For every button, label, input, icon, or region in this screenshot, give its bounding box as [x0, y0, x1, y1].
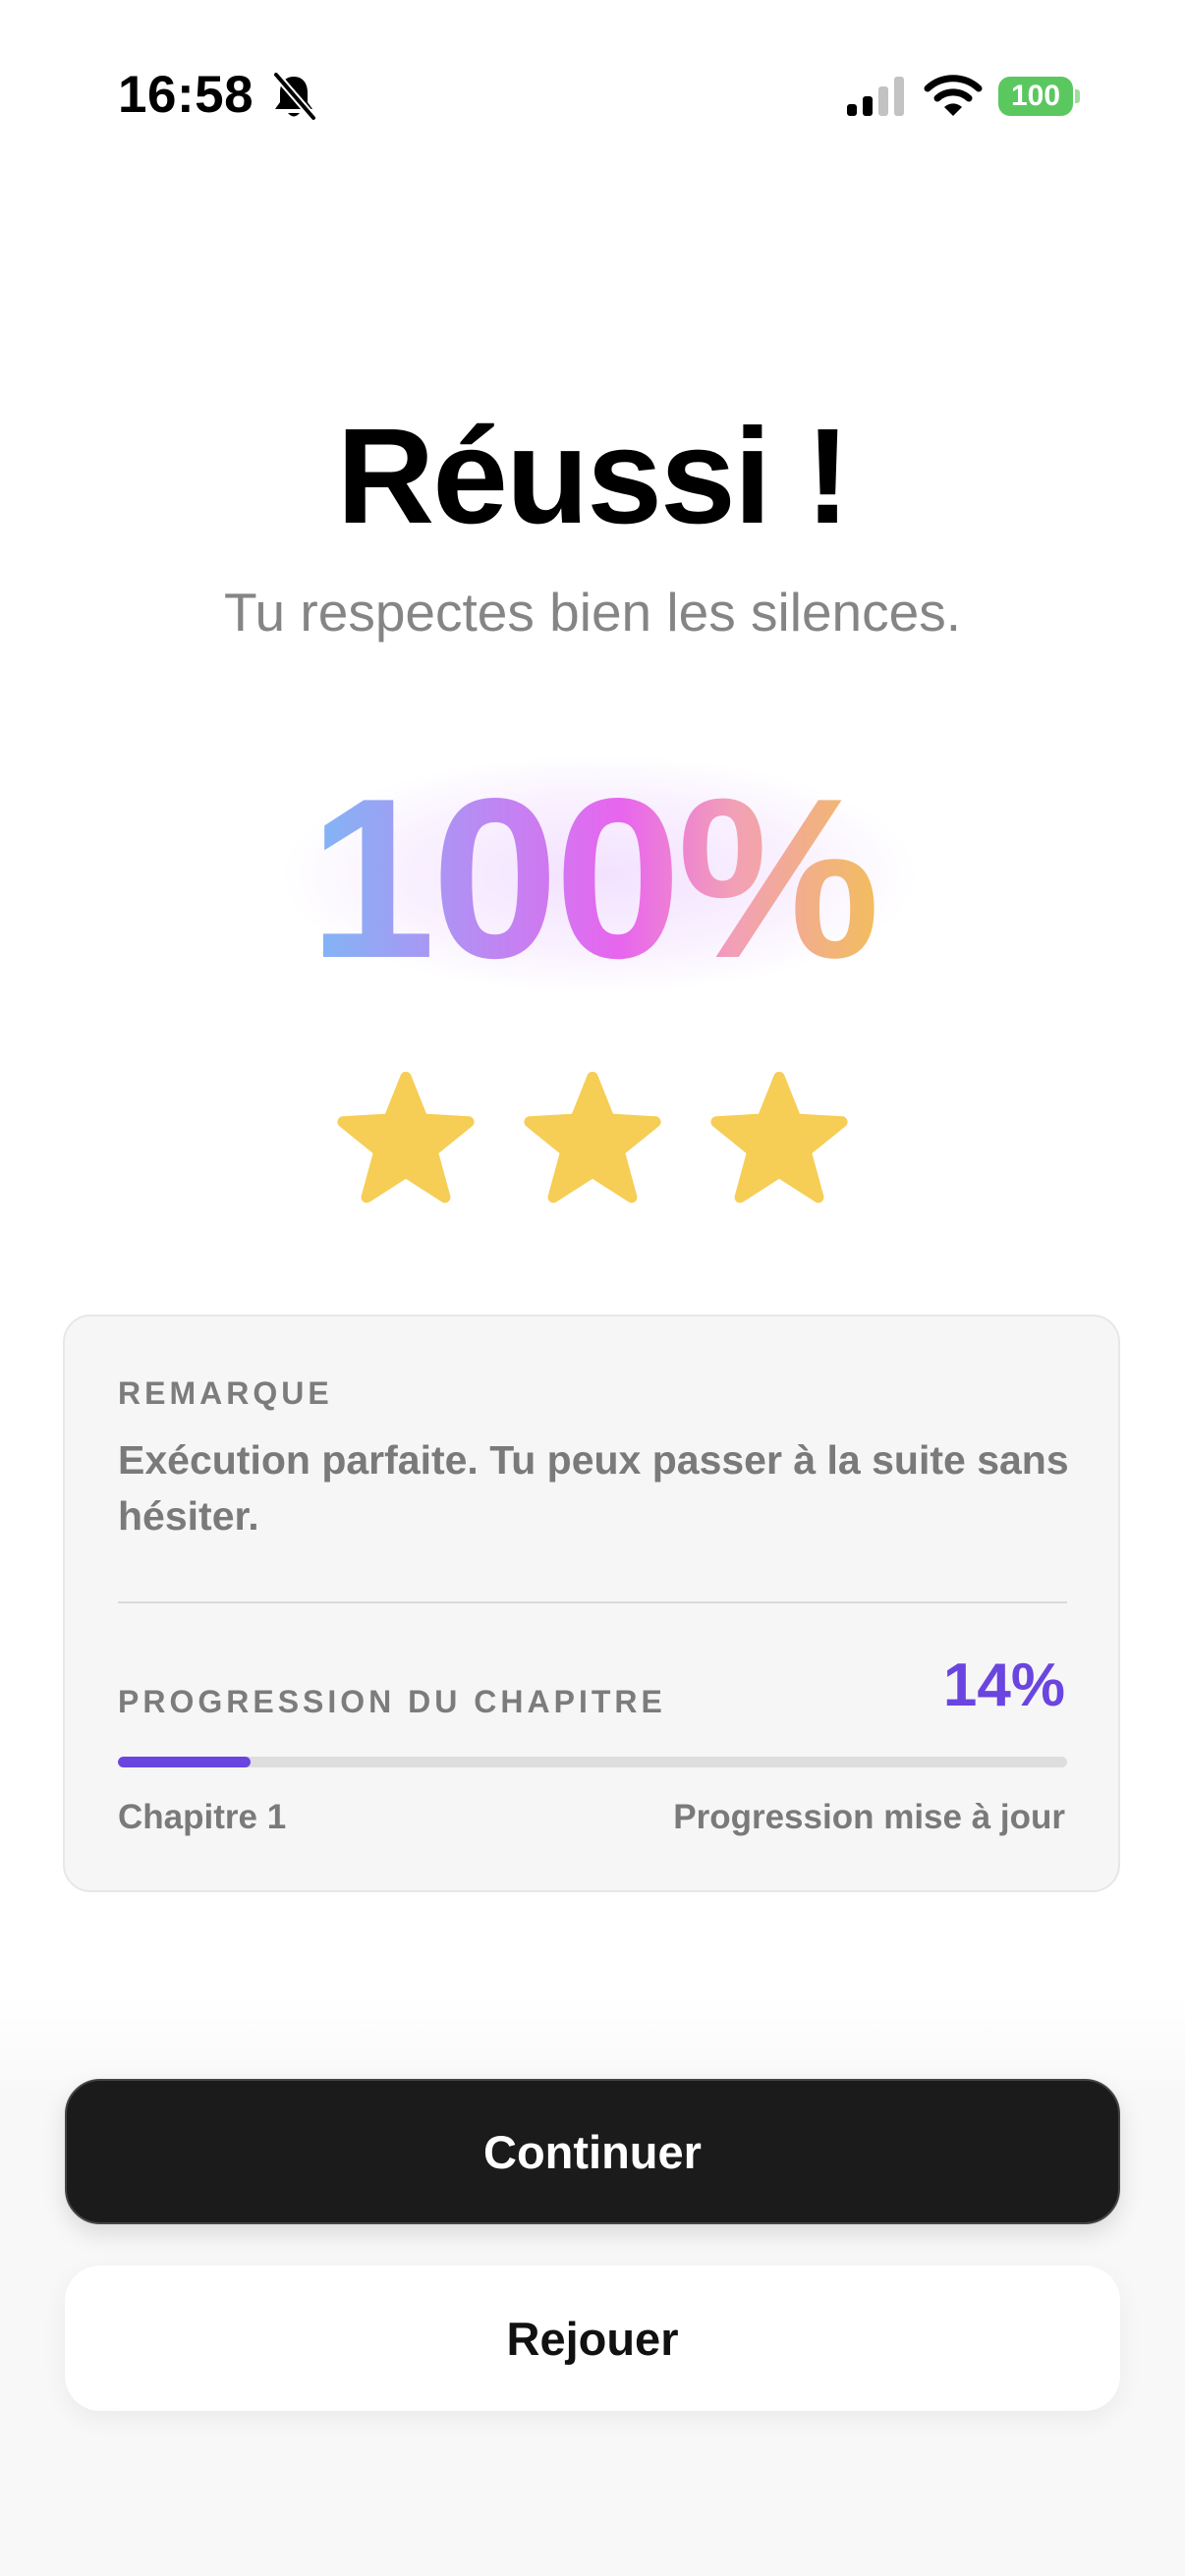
result-subtitle: Tu respectes bien les silences.: [224, 582, 961, 643]
remark-text: Exécution parfaite. Tu peux passer à la …: [118, 1437, 1069, 1539]
progress-heading: PROGRESSION DU CHAPITRE: [118, 1684, 666, 1719]
score-value: 100%: [309, 752, 879, 1006]
battery-cap: [1075, 89, 1080, 103]
battery-indicator: 100: [998, 77, 1080, 116]
star-icon: [524, 1071, 661, 1204]
progress-status: Progression mise à jour: [673, 1798, 1065, 1836]
wifi-icon: [924, 75, 983, 116]
status-time: 16:58: [118, 66, 254, 124]
battery-level: 100: [998, 77, 1073, 116]
chapter-label: Chapitre 1: [118, 1798, 287, 1836]
star-rating: [0, 1071, 1185, 1206]
progress-bar-fill: [118, 1757, 252, 1767]
signal-icon: [847, 77, 904, 116]
star-icon: [337, 1071, 475, 1204]
replay-button[interactable]: Rejouer: [65, 2266, 1120, 2411]
progress-bar: [118, 1757, 1067, 1767]
card-divider: [118, 1601, 1067, 1603]
score-container: 100%: [0, 756, 1185, 1002]
result-title: Réussi !: [336, 401, 851, 552]
star-icon: [710, 1071, 848, 1204]
bell-off-icon: [272, 71, 317, 122]
status-bar: 16:58 100: [0, 0, 1185, 187]
progress-percent: 14%: [942, 1652, 1065, 1719]
remark-heading: REMARQUE: [118, 1375, 333, 1411]
feedback-card: REMARQUE Exécution parfaite. Tu peux pas…: [63, 1315, 1120, 1892]
continue-button[interactable]: Continuer: [65, 2079, 1120, 2224]
